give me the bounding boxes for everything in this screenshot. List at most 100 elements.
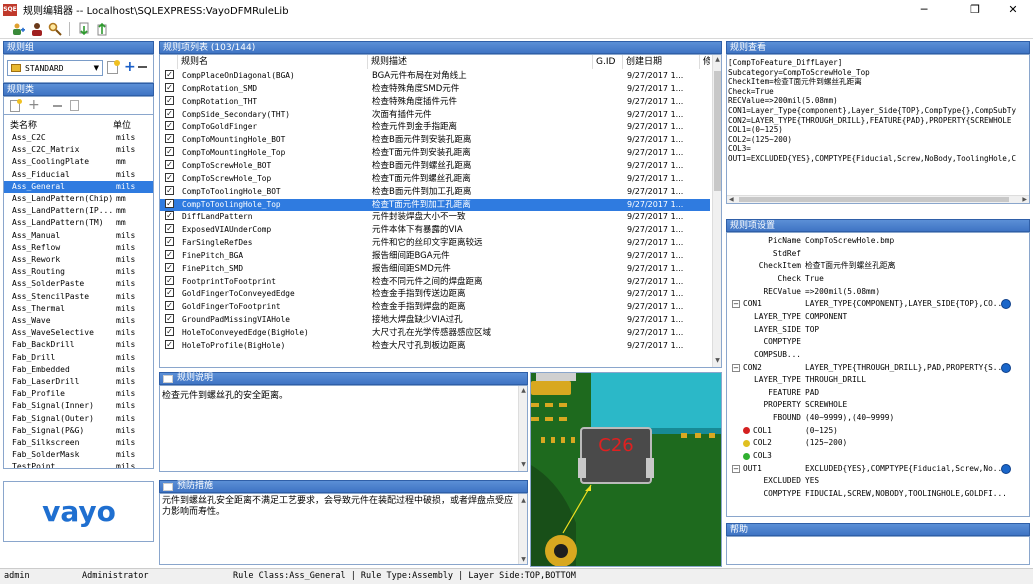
rule-view-box[interactable]: [CompToFeature_DiffLayer] Subcategory=Com…: [726, 54, 1030, 204]
rule-class-item[interactable]: Ass_Wave mils: [4, 315, 153, 327]
rule-checkbox[interactable]: ✓: [165, 108, 174, 118]
col-rule-name[interactable]: 规则名: [178, 55, 368, 69]
new-group-icon[interactable]: [107, 60, 120, 74]
setting-row[interactable]: StdRef: [727, 248, 1015, 261]
setting-row[interactable]: FEATURE PAD: [727, 387, 1015, 400]
remove-class-icon[interactable]: [53, 105, 62, 107]
rule-class-item[interactable]: Ass_Reflow mils: [4, 242, 153, 254]
rule-row[interactable]: ✓ CompToToolingHole_BOT 检查B面元件到加工孔距离 9/27/2…: [160, 185, 710, 199]
rule-checkbox[interactable]: ✓: [165, 288, 174, 298]
rule-class-item[interactable]: Fab_Signal(P&G) mils: [4, 425, 153, 437]
setting-row[interactable]: CheckItem 检查T面元件到螺丝孔距离: [727, 260, 1015, 273]
rule-list-scrollbar[interactable]: ▲ ▼: [712, 55, 721, 367]
minimize-button[interactable]: ─: [904, 0, 944, 19]
setting-row[interactable]: COL3: [727, 450, 1015, 463]
rule-row[interactable]: ✓ CompSide_Secondary(THT) 次面有插件元件 9/27/2017…: [160, 108, 710, 122]
rule-row[interactable]: ✓ HoleToProfile(BigHole) 检查大尺寸孔到板边距离 9/27/2…: [160, 339, 710, 353]
setting-row[interactable]: RECValue =>200mil(5.08mm): [727, 286, 1015, 299]
chevron-down-icon[interactable]: ▼: [94, 64, 99, 72]
col-extra[interactable]: 修: [700, 55, 710, 69]
rule-checkbox[interactable]: ✓: [165, 134, 174, 144]
rule-class-item[interactable]: Ass_LandPattern(IP... mm: [4, 205, 153, 217]
rule-row[interactable]: ✓ GroundPadMissingVIAHole 接地大焊盘缺少VIA过孔 9/27…: [160, 314, 710, 327]
setting-row[interactable]: − CON2 LAYER_TYPE{THROUGH_DRILL},PAD,PROPE…: [727, 362, 1015, 375]
add-group-icon[interactable]: +: [124, 60, 136, 74]
col-gid[interactable]: G.ID: [593, 55, 623, 69]
ellipsis-button[interactable]: [1001, 463, 1011, 474]
collapse-icon[interactable]: −: [732, 300, 740, 309]
remove-group-icon[interactable]: [138, 66, 147, 68]
col-date[interactable]: 创建日期: [623, 55, 700, 69]
rule-row[interactable]: ✓ CompToScrewHole_BOT 检查B面元件到螺丝孔距离 9/27/201…: [160, 159, 710, 173]
setting-row[interactable]: EXCLUDED YES: [727, 475, 1015, 488]
rule-checkbox[interactable]: ✓: [165, 327, 174, 336]
setting-row[interactable]: COL1 (0~125): [727, 425, 1015, 438]
rule-class-item[interactable]: Ass_SolderPaste mils: [4, 278, 153, 290]
scroll-down-icon[interactable]: ▼: [519, 461, 528, 470]
rule-class-item[interactable]: Ass_Rework mils: [4, 254, 153, 266]
rule-row[interactable]: ✓ CompToGoldFinger 检查元件到金手指距离 9/27/2017 1..…: [160, 121, 710, 134]
rule-checkbox[interactable]: ✓: [165, 339, 174, 349]
rule-group-select[interactable]: STANDARD ▼: [7, 60, 103, 76]
setting-row[interactable]: COMPSUB...: [727, 349, 1015, 362]
rule-class-item[interactable]: Fab_LaserDrill mils: [4, 376, 153, 388]
rule-checkbox[interactable]: ✓: [165, 70, 174, 79]
maximize-button[interactable]: ❐: [955, 0, 995, 19]
rule-class-item[interactable]: Ass_Routing mils: [4, 266, 153, 278]
rule-explain-box[interactable]: 检查元件到螺丝孔的安全距离。 ▲ ▼: [159, 385, 528, 472]
setting-row[interactable]: − OUT1 EXCLUDED{YES},COMPTYPE{Fiducial,Scr…: [727, 463, 1015, 476]
setting-row[interactable]: LAYER_TYPE COMPONENT: [727, 311, 1015, 324]
rule-checkbox[interactable]: ✓: [165, 147, 174, 157]
rule-class-item[interactable]: Ass_CoolingPlate mm: [4, 156, 153, 168]
col-class-name[interactable]: 类名称: [10, 118, 37, 131]
rule-class-item[interactable]: Fab_Drill mils: [4, 352, 153, 364]
scroll-down-icon[interactable]: ▼: [713, 357, 721, 366]
rule-class-item[interactable]: TestPoint mils: [4, 461, 153, 468]
rule-row[interactable]: ✓ FinePitch_SMD 报告细间距SMD元件 9/27/2017 1...: [160, 262, 710, 276]
rule-checkbox[interactable]: ✓: [165, 82, 174, 92]
close-button[interactable]: ✕: [993, 0, 1033, 19]
rule-class-item[interactable]: Ass_Manual mils: [4, 230, 153, 242]
rule-class-item[interactable]: Ass_WaveSelective mils: [4, 327, 153, 339]
rule-checkbox[interactable]: ✓: [165, 262, 174, 272]
import-icon[interactable]: [77, 22, 91, 36]
edit-class-icon[interactable]: [70, 100, 79, 111]
rule-class-item[interactable]: Ass_C2C mils: [4, 132, 153, 144]
rule-class-item[interactable]: Ass_StencilPaste mils: [4, 291, 153, 303]
setting-row[interactable]: LAYER_TYPE THROUGH_DRILL: [727, 374, 1015, 387]
rule-class-item[interactable]: Fab_Signal(Inner) mils: [4, 400, 153, 412]
rule-class-item[interactable]: Fab_Embedded mils: [4, 364, 153, 376]
rule-class-item[interactable]: Fab_SolderMask mils: [4, 449, 153, 461]
rule-row[interactable]: ✓ CompToToolingHole_Top 检查T面元件到加工孔距离 9/27/2…: [160, 198, 710, 212]
collapse-icon[interactable]: −: [732, 464, 740, 473]
rule-class-item[interactable]: Ass_LandPattern(Chip) mm: [4, 193, 153, 205]
users-add-icon[interactable]: [12, 22, 26, 36]
rule-checkbox[interactable]: ✓: [165, 198, 174, 208]
rule-checkbox[interactable]: ✓: [165, 249, 174, 259]
scroll-thumb[interactable]: [714, 71, 721, 191]
rule-class-item[interactable]: Fab_Signal(Outer) mils: [4, 413, 153, 425]
rule-class-item[interactable]: Ass_Thermal mils: [4, 303, 153, 315]
scroll-thumb[interactable]: [739, 197, 1009, 202]
scroll-right-icon[interactable]: ▶: [1022, 196, 1027, 203]
rule-row[interactable]: ✓ HoleToConveyedEdge(BigHole) 大尺寸孔在光学传感器感应…: [160, 327, 710, 340]
collapse-icon[interactable]: −: [732, 363, 740, 372]
scroll-up-icon[interactable]: ▲: [519, 495, 528, 504]
rule-row[interactable]: ✓ GoldFingerToConveyedEdge 检查金手指到传送边距离 9/27…: [160, 288, 710, 301]
rule-checkbox[interactable]: ✓: [165, 185, 174, 195]
rule-checkbox[interactable]: ✓: [165, 159, 174, 169]
rule-row[interactable]: ✓ CompToMountingHole_BOT 检查B面元件到安装孔距离 9/27/…: [160, 134, 710, 147]
rule-class-item[interactable]: Fab_Silkscreen mils: [4, 437, 153, 449]
setting-row[interactable]: PicName CompToScrewHole.bmp: [727, 235, 1015, 248]
rule-row[interactable]: ✓ CompRotation_THT 检查特殊角度插件元件 9/27/2017 1..…: [160, 95, 710, 109]
rule-checkbox[interactable]: ✓: [165, 95, 174, 105]
rule-checkbox[interactable]: ✓: [165, 275, 174, 285]
rule-row[interactable]: ✓ FootprintToFootprint 检查不同元件之间的焊盘距离 9/27/2…: [160, 275, 710, 289]
scroll-up-icon[interactable]: ▲: [713, 56, 721, 65]
col-unit[interactable]: 单位: [113, 118, 131, 131]
rule-row[interactable]: ✓ ExposedVIAUnderComp 元件本体下有暴露的VIA 9/27/201…: [160, 224, 710, 237]
rule-checkbox[interactable]: ✓: [165, 224, 174, 234]
search-icon[interactable]: [48, 22, 62, 36]
rule-checkbox[interactable]: ✓: [165, 314, 174, 324]
rule-checkbox[interactable]: ✓: [165, 121, 174, 131]
